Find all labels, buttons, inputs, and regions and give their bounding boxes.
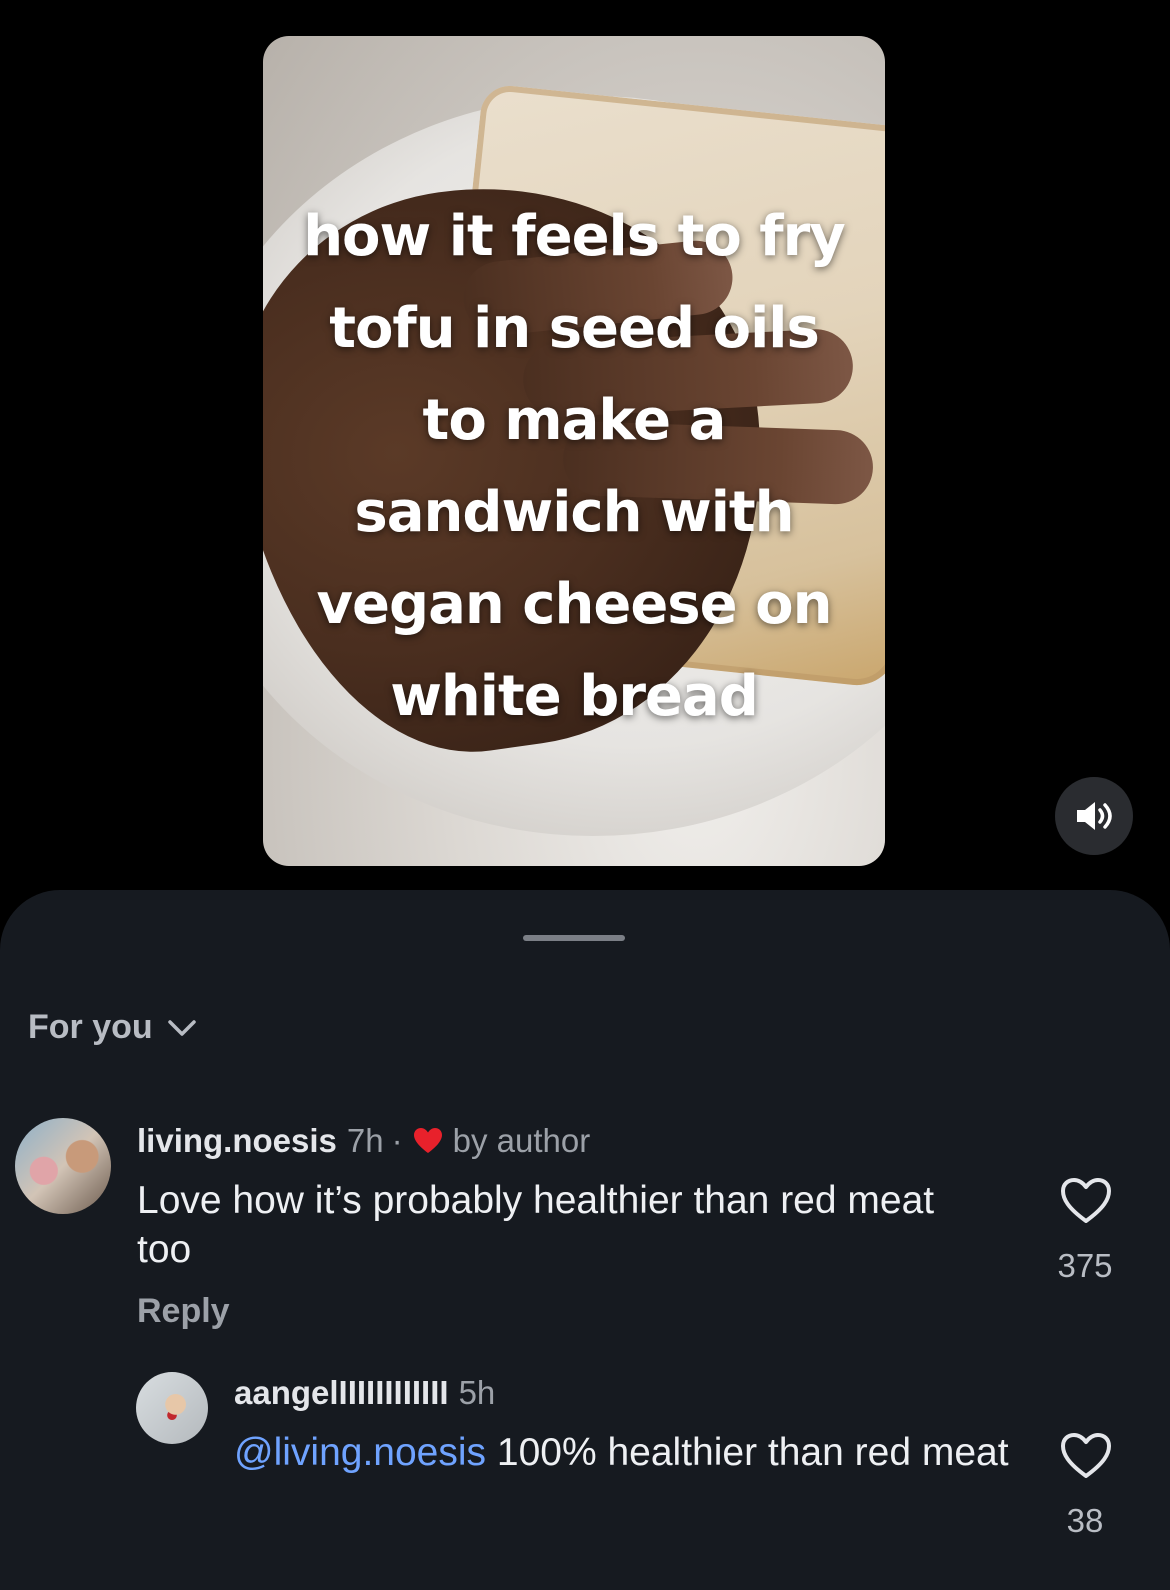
filter-label: For you — [28, 1008, 153, 1046]
comment-filter-dropdown[interactable]: For you — [28, 1008, 197, 1047]
heart-filled-icon — [413, 1128, 442, 1153]
avatar[interactable] — [136, 1372, 208, 1444]
heart-outline-icon[interactable] — [1060, 1432, 1112, 1480]
reply-button[interactable]: Reply — [137, 1292, 230, 1331]
chevron-down-icon — [167, 1019, 196, 1036]
dot-separator: · — [391, 1122, 403, 1159]
comment-time: 7h — [346, 1122, 384, 1159]
reply-time: 5h — [458, 1374, 496, 1411]
mention-link[interactable]: @living.noesis — [234, 1431, 486, 1474]
reply-username[interactable]: aangelIIIIIIIIIIII — [234, 1374, 449, 1412]
like-count: 38 — [1066, 1502, 1104, 1539]
heart-outline-icon[interactable] — [1060, 1177, 1112, 1225]
like-count: 375 — [1057, 1247, 1113, 1284]
comment-username[interactable]: living.noesis — [137, 1122, 337, 1160]
comment-meta: living.noesis 7h · by author — [137, 1122, 590, 1160]
video-overlay-text: how it feels to fry tofu in seed oils to… — [303, 204, 846, 729]
reply-text: @living.noesis 100% healthier than red m… — [234, 1428, 1024, 1477]
video-preview[interactable]: how it feels to fry tofu in seed oils to… — [263, 36, 885, 866]
avatar[interactable] — [15, 1118, 111, 1214]
speaker-on-icon — [1077, 802, 1112, 830]
comment-text: Love how it’s probably healthier than re… — [137, 1179, 935, 1271]
sound-toggle-button[interactable] — [1055, 777, 1133, 855]
liked-by-author-label: by author — [452, 1122, 591, 1159]
comments-sheet: For you living.noesis 7h · by author Lov… — [0, 890, 1170, 1590]
reply-meta: aangelIIIIIIIIIIII 5h — [234, 1374, 495, 1412]
sheet-drag-handle[interactable] — [523, 935, 625, 941]
reply-body: 100% healthier than red meat — [486, 1431, 1009, 1474]
